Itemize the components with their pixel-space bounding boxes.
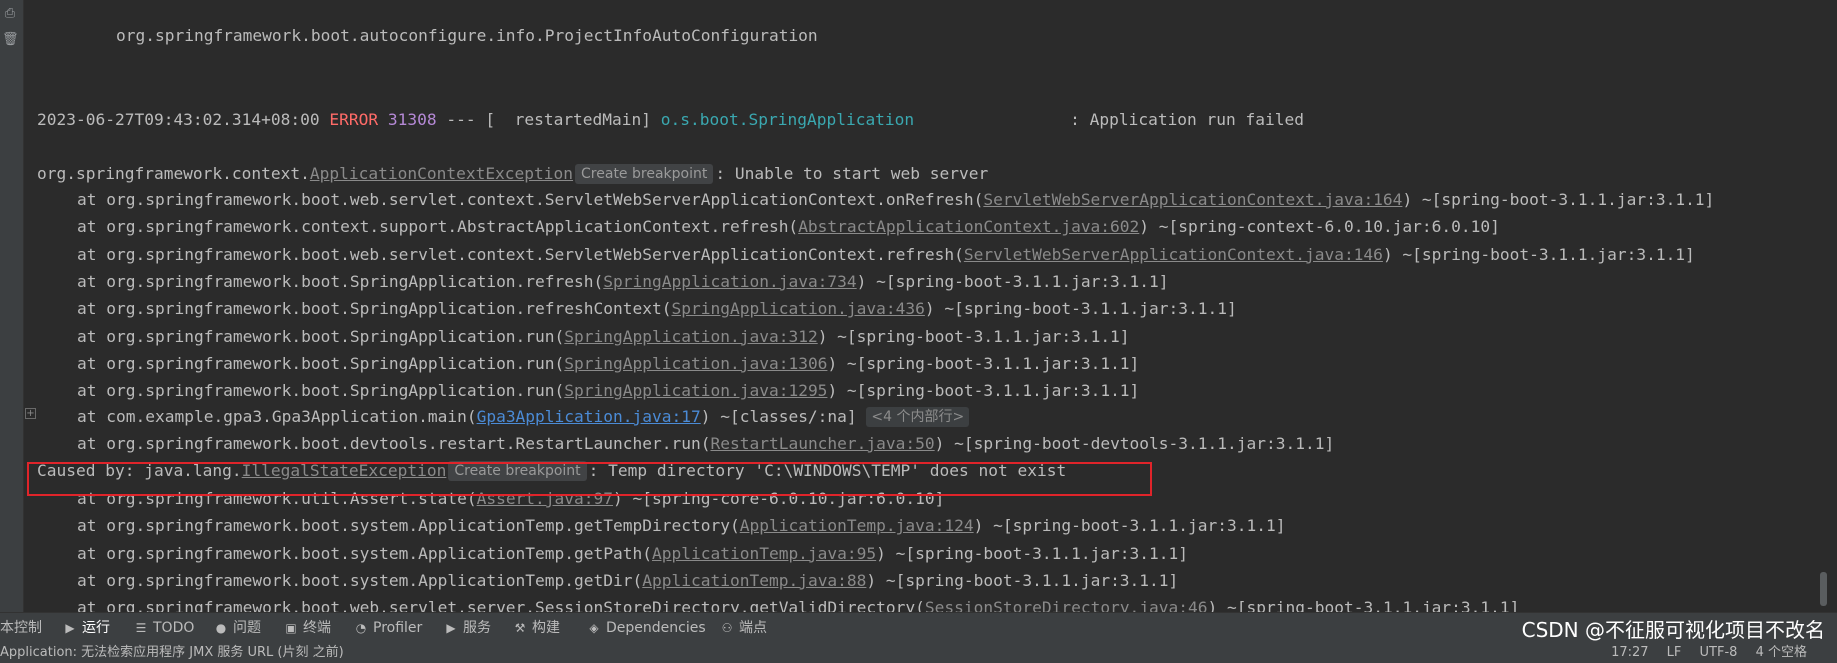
trash-icon[interactable]: 🗑 [2,32,19,48]
tool-tab-icon: ☰ [135,621,147,635]
source-link[interactable]: ServletWebServerApplicationContext.java:… [964,245,1383,264]
fold-toggle-icon[interactable]: + [25,408,36,419]
tool-tab-icon: ▶ [446,621,456,635]
vertical-scrollbar[interactable] [1812,0,1837,612]
tool-tab-icon: ▶ [65,621,75,635]
scroll-thumb[interactable] [1820,572,1827,606]
status-encoding[interactable]: UTF-8 [1700,645,1738,660]
log-logger: o.s.boot.SpringApplication [660,110,915,129]
log-timestamp: 2023-06-27T09:43:02.314+08:00 [37,110,320,129]
stack-trace-line: at org.springframework.boot.web.servlet.… [77,244,1695,264]
stack-trace-line: at org.springframework.boot.SpringApplic… [77,271,1169,291]
tool-tab-7[interactable]: ⚒ 构建 [512,613,560,644]
stack-trace-line: at org.springframework.boot.SpringApplic… [77,353,1140,373]
tool-tab-label: 问题 [233,620,261,636]
tool-tab-icon: ⚇ [721,621,733,635]
status-message: Application: 无法检索应用程序 JMX 服务 URL (片刻 之前) [0,645,344,660]
console-line: org.springframework.boot.autoconfigure.i… [115,26,818,45]
internal-lines-hint[interactable]: <4 个内部行> [866,407,970,427]
log-level: ERROR [329,110,379,129]
tool-tab-label: Profiler [373,620,423,636]
highlight-box [27,462,1152,496]
source-link[interactable]: SpringApplication.java:734 [603,272,856,291]
tool-window-bar: 本控制 ▶ 运行 ☰ TODO ● 问题 ▣ 终端 ◔ Profiler ▶ 服务 ⚒ 构建 ◈ Depende… [0,612,1837,643]
run-console[interactable]: org.springframework.boot.autoconfigure.i… [25,0,1812,612]
source-link[interactable]: SpringApplication.java:1295 [564,381,827,400]
status-time: 17:27 [1611,645,1649,660]
tool-tab-icon: ● [215,621,227,635]
source-link[interactable]: AbstractApplicationContext.java:602 [798,217,1139,236]
create-breakpoint-button[interactable]: Create breakpoint [575,164,714,184]
source-link[interactable]: SpringApplication.java:312 [564,327,817,346]
tool-tab-label: Dependencies [606,620,706,636]
tool-tab-label: 本控制 [0,620,42,636]
exception-class-link[interactable]: ApplicationContextException [310,164,573,183]
log-pid: 31308 [387,110,437,129]
exception-line: org.springframework.context.ApplicationC… [37,164,989,184]
tool-tab-label: 构建 [532,620,560,636]
tool-tab-8[interactable]: ◈ Dependencies [586,613,706,644]
tool-tab-icon: ◔ [355,621,367,635]
stack-trace-line: at org.springframework.boot.system.Appli… [77,570,1179,590]
status-line-separator[interactable]: LF [1667,645,1682,660]
source-link[interactable]: ApplicationTemp.java:88 [642,571,866,590]
tool-tab-6[interactable]: ▶ 服务 [443,613,491,644]
stack-trace-line: at org.springframework.boot.SpringApplic… [77,326,1130,346]
log-message: : Application run failed [1070,110,1305,129]
tool-tab-label: 端点 [739,620,767,636]
tool-tab-label: 服务 [463,620,491,636]
stack-trace-line: at org.springframework.boot.devtools.res… [77,434,1335,453]
log-error-line: 2023-06-27T09:43:02.314+08:00 ERROR 3130… [37,110,1305,129]
source-link[interactable]: ApplicationTemp.java:124 [740,516,974,535]
status-bar: Application: 无法检索应用程序 JMX 服务 URL (片刻 之前)… [0,643,1837,663]
tool-tab-icon: ◈ [589,621,599,635]
stack-trace-line: at org.springframework.boot.system.Appli… [77,543,1189,563]
source-link[interactable]: ServletWebServerApplicationContext.java:… [983,190,1402,209]
tool-tab-3[interactable]: ● 问题 [213,613,261,644]
tool-tab-label: 终端 [303,620,331,636]
source-link[interactable]: ApplicationTemp.java:95 [652,544,876,563]
tool-tab-4[interactable]: ▣ 终端 [283,613,331,644]
stack-trace-line: at org.springframework.boot.web.servlet.… [77,190,1715,209]
source-link[interactable]: RestartLauncher.java:50 [710,434,934,453]
stack-trace-line: at org.springframework.boot.SpringApplic… [77,299,1237,319]
print-icon[interactable]: ⎙ [2,6,18,22]
tool-tab-2[interactable]: ☰ TODO [133,613,195,644]
left-tool-gutter: ⎙ 🗑 [0,0,24,612]
source-link[interactable]: SpringApplication.java:436 [672,299,925,318]
stack-trace-line: at com.example.gpa3.Gpa3Application.main… [37,403,970,430]
tool-tab-5[interactable]: ◔ Profiler [353,613,423,644]
tool-tab-label: 运行 [82,620,110,636]
tool-tab-0[interactable]: 本控制 [0,613,42,644]
stack-trace-line: at org.springframework.boot.system.Appli… [77,516,1286,536]
tool-tab-1[interactable]: ▶ 运行 [62,613,110,644]
tool-tab-9[interactable]: ⚇ 端点 [719,613,767,644]
source-link[interactable]: SpringApplication.java:1306 [564,354,827,373]
stack-trace-line: at org.springframework.boot.SpringApplic… [77,381,1140,401]
source-link[interactable]: SessionStoreDirectory.java:46 [925,598,1208,612]
stack-trace-line: at org.springframework.context.support.A… [77,217,1500,237]
tool-tab-label: TODO [153,620,195,636]
watermark: CSDN @不征服可视化项目不改名 [1521,618,1825,642]
stack-trace-line: at org.springframework.boot.web.servlet.… [37,594,1519,612]
tool-tab-icon: ▣ [285,621,297,635]
tool-tab-icon: ⚒ [514,621,526,635]
status-indent[interactable]: 4 个空格 [1756,645,1807,660]
source-link[interactable]: Gpa3Application.java:17 [477,407,701,426]
